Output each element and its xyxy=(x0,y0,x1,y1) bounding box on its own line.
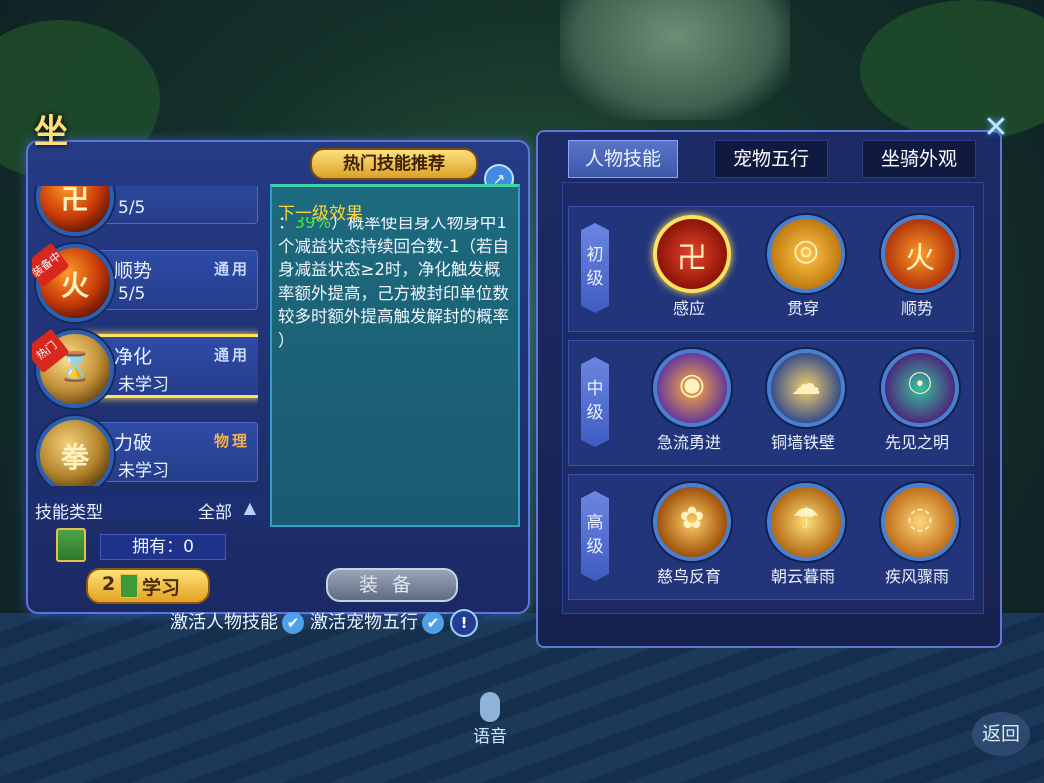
tier-skill-name: 感应 xyxy=(672,299,705,318)
learn-label: 学习 xyxy=(142,577,181,599)
sense-skill-icon: 卍 xyxy=(653,215,731,293)
skill-name: 力破 xyxy=(114,432,153,454)
skill-book-icon xyxy=(120,574,138,598)
mount-badge: 坐 xyxy=(34,112,68,152)
tier-skill[interactable]: ☂ 朝云暮雨 xyxy=(753,483,853,593)
tier-skill-name: 急流勇进 xyxy=(656,433,721,452)
skill-level: 5/5 xyxy=(118,198,146,218)
skill-tag: 物理 xyxy=(213,432,250,450)
check-icon: ✔ xyxy=(422,612,444,634)
tier-skill-name: 顺势 xyxy=(900,299,933,318)
chevron-up-icon: ▲ xyxy=(243,498,256,517)
tab-pet-elements[interactable]: 宠物五行 xyxy=(714,140,828,178)
activate-person-label: 激活人物技能 xyxy=(170,612,278,633)
filial-crow-skill-icon: ✿ xyxy=(653,483,731,561)
skill-tag: 通用 xyxy=(213,346,250,364)
description-scroll[interactable]: ：39%）概率使自身人物身中1个减益状态持续回合数-1（若自身减益状态≥2时，净… xyxy=(278,217,512,517)
info-icon[interactable]: ! xyxy=(450,609,478,637)
tier-skill[interactable]: 火 顺势 xyxy=(867,215,967,325)
back-button[interactable]: 返回 xyxy=(972,712,1030,756)
skill-type-label: 技能类型 xyxy=(35,503,103,523)
tab-person-skills[interactable]: 人物技能 xyxy=(568,140,678,178)
tier-label: 初级 xyxy=(581,223,609,313)
tier-skill[interactable]: ◌ 疾风骤雨 xyxy=(867,483,967,593)
skill-book-icon xyxy=(56,528,86,562)
pierce-skill-icon: ◎ xyxy=(767,215,845,293)
microphone-icon xyxy=(480,692,500,722)
background-tree xyxy=(860,0,1044,140)
skill-name: 净化 xyxy=(114,346,153,368)
storm-skill-icon: ◌ xyxy=(881,483,959,561)
iron-wall-skill-icon: ☁ xyxy=(767,349,845,427)
learn-button[interactable]: 2 学习 xyxy=(86,568,210,604)
voice-button[interactable]: 语音 xyxy=(462,692,518,752)
tier-skill-name: 贯穿 xyxy=(786,299,819,318)
skill-level: 未学习 xyxy=(118,461,169,481)
owned-count: 拥有：0 xyxy=(100,534,226,560)
skill-name: 顺势 xyxy=(114,260,153,282)
tier-row: 初级 卍 感应 ◎ 贯穿 火 顺势 xyxy=(568,206,974,332)
skill-card[interactable]: ⌛ 热门 净化 未学习 通用 xyxy=(32,328,258,408)
voice-label: 语音 xyxy=(473,727,507,747)
rapid-advance-skill-icon: ◉ xyxy=(653,349,731,427)
check-icon: ✔ xyxy=(282,612,304,634)
tier-skill[interactable]: ◎ 贯穿 xyxy=(753,215,853,325)
skill-card[interactable]: 卍 5/5 xyxy=(32,186,258,236)
close-icon[interactable]: ✕ xyxy=(980,112,1012,144)
tier-skill[interactable]: ◉ 急流勇进 xyxy=(639,349,739,459)
learn-cost: 2 xyxy=(102,573,116,595)
tier-skill-name: 朝云暮雨 xyxy=(770,567,835,586)
tier-label: 高级 xyxy=(581,491,609,581)
tier-skill-name: 先见之明 xyxy=(884,433,949,452)
tier-label: 中级 xyxy=(581,357,609,447)
skill-level: 未学习 xyxy=(118,375,169,395)
skill-level: 5/5 xyxy=(118,284,146,304)
tier-skill[interactable]: ☉ 先见之明 xyxy=(867,349,967,459)
skill-card[interactable]: 拳 力破 未学习 物理 xyxy=(32,414,258,486)
tier-skill[interactable]: 卍 感应 xyxy=(639,215,739,325)
skill-type-filter[interactable]: 技能类型 全部 ▲ xyxy=(30,494,262,523)
momentum-skill-icon: 火 xyxy=(881,215,959,293)
tier-skill-name: 疾风骤雨 xyxy=(884,567,949,586)
foresight-skill-icon: ☉ xyxy=(881,349,959,427)
skill-type-value: 全部 xyxy=(198,503,232,523)
tier-row: 中级 ◉ 急流勇进 ☁ 铜墙铁壁 ☉ 先见之明 xyxy=(568,340,974,466)
tier-skill-name: 铜墙铁壁 xyxy=(770,433,835,452)
tier-skill[interactable]: ☁ 铜墙铁壁 xyxy=(753,349,853,459)
hot-skills-banner[interactable]: 热门技能推荐 xyxy=(310,148,478,180)
background-courtyard xyxy=(560,0,790,120)
flame-sigil-icon: 卍 xyxy=(36,186,114,236)
tab-mount-appearance[interactable]: 坐骑外观 xyxy=(862,140,976,178)
skill-description: ：39%）概率使自身人物身中1个减益状态持续回合数-1（若自身减益状态≥2时，净… xyxy=(270,184,520,527)
tier-row: 高级 ✿ 慈鸟反育 ☂ 朝云暮雨 ◌ 疾风骤雨 xyxy=(568,474,974,600)
tier-skill-name: 慈鸟反育 xyxy=(656,567,721,586)
skill-card[interactable]: 火 装备中 顺势 5/5 通用 xyxy=(32,242,258,322)
cloud-rain-skill-icon: ☂ xyxy=(767,483,845,561)
equip-button[interactable]: 装备 xyxy=(326,568,458,602)
tier-skill[interactable]: ✿ 慈鸟反育 xyxy=(639,483,739,593)
description-text: ：39%）概率使自身人物身中1个减益状态持续回合数-1（若自身减益状态≥2时，净… xyxy=(278,217,512,352)
activate-pet-label: 激活宠物五行 xyxy=(310,612,418,633)
next-level-title: 下一级效果 xyxy=(278,204,363,224)
strength-fist-icon: 拳 xyxy=(36,416,114,486)
skill-list[interactable]: 卍 5/5 火 装备中 顺势 5/5 通用 ⌛ 热门 净化 未学习 通用 拳 力… xyxy=(32,186,258,486)
skill-tag: 通用 xyxy=(213,260,250,278)
activation-status: 激活人物技能 ✔ 激活宠物五行 ✔! xyxy=(170,608,478,637)
